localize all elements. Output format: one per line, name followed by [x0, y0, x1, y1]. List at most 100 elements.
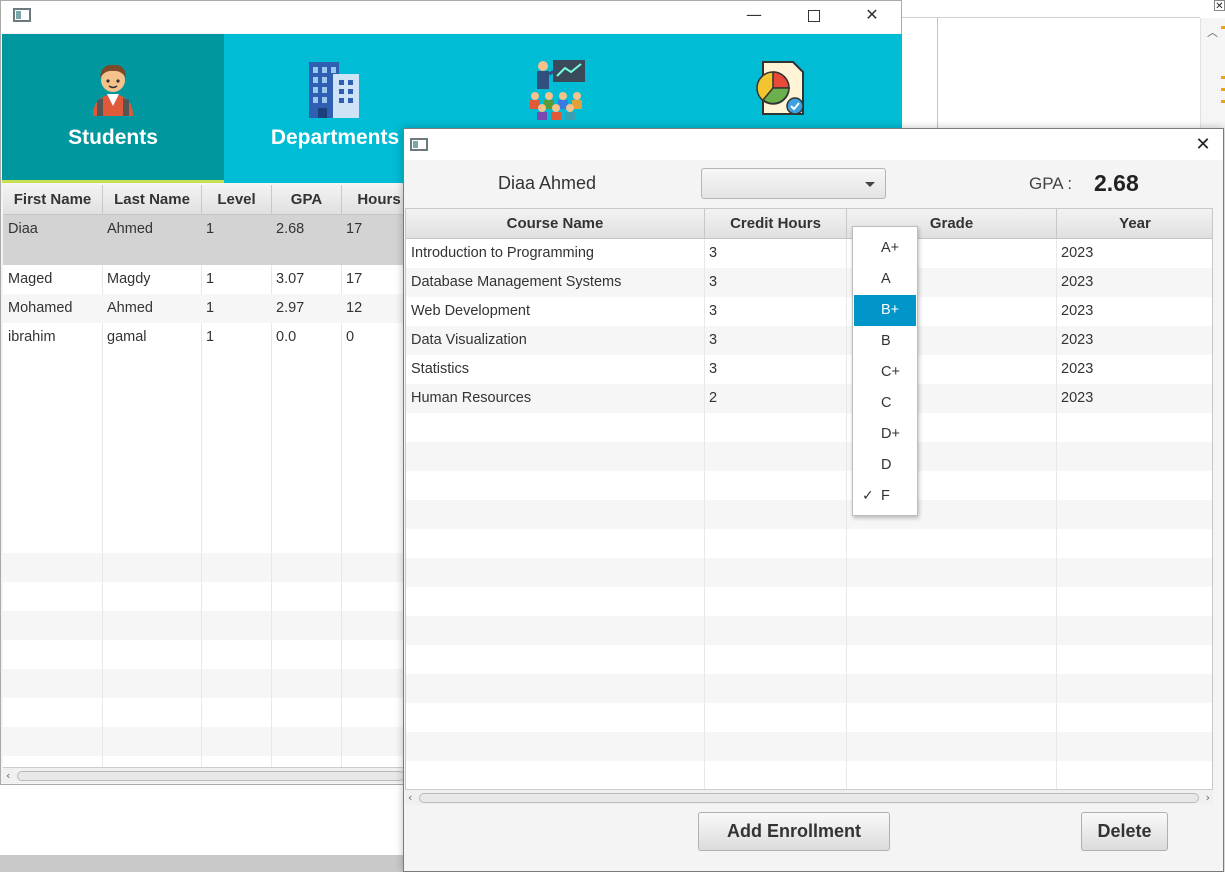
student-icon: [83, 58, 143, 121]
table-row[interactable]: Diaa Ahmed 1 2.68 17: [3, 215, 405, 265]
column-header-credit-hours[interactable]: Credit Hours: [705, 209, 847, 239]
cell-credit-hours: 2: [709, 390, 718, 406]
empty-row: [3, 669, 405, 698]
maximize-button[interactable]: [791, 1, 837, 31]
app-window-icon: [410, 138, 428, 151]
table-row[interactable]: Statistics 3 2023: [406, 355, 1212, 384]
grade-option-selected[interactable]: ✓ F: [854, 481, 916, 512]
grade-option[interactable]: C: [854, 388, 916, 419]
table-row[interactable]: Introduction to Programming 3 2023: [406, 239, 1212, 268]
table-row[interactable]: Data Visualization 3 2023: [406, 326, 1212, 355]
course-combo-box[interactable]: [701, 168, 886, 199]
column-header-first-name[interactable]: First Name: [3, 185, 103, 215]
cell-course-name: Introduction to Programming: [411, 245, 594, 261]
cell-hours: 12: [346, 300, 363, 316]
cell-course-name: Web Development: [411, 303, 531, 319]
chevron-right-icon[interactable]: ›: [1206, 791, 1210, 804]
background-marker: [1221, 76, 1225, 79]
column-header-year[interactable]: Year: [1057, 209, 1212, 239]
delete-button[interactable]: Delete: [1081, 812, 1168, 851]
building-icon: [303, 58, 367, 123]
cell-gpa: 3.07: [276, 271, 305, 287]
enrollments-table-header: Course Name Credit Hours Grade Year: [406, 209, 1212, 239]
cell-grade[interactable]: [846, 268, 851, 297]
close-button[interactable]: ✕: [849, 1, 895, 31]
cell-grade[interactable]: [846, 355, 851, 384]
table-row[interactable]: Web Development 3 2023: [406, 297, 1212, 326]
cell-first-name: ibrahim: [8, 329, 56, 345]
cell-grade[interactable]: [846, 297, 851, 326]
cell-gpa: 0.0: [276, 329, 297, 345]
cell-grade[interactable]: [846, 326, 851, 355]
table-row[interactable]: ibrahim gamal 1 0.0 0: [3, 323, 405, 352]
background-close-icon[interactable]: ✕: [1214, 0, 1225, 12]
cell-hours: 17: [346, 271, 363, 287]
grade-option[interactable]: C+: [854, 357, 916, 388]
cell-last-name: Ahmed: [107, 221, 153, 237]
empty-row: [406, 674, 1212, 703]
cell-level: 1: [206, 329, 215, 345]
column-header-level[interactable]: Level: [202, 185, 272, 215]
scroll-thumb[interactable]: [17, 771, 405, 781]
cell-last-name: Ahmed: [107, 300, 153, 316]
cell-level: 1: [206, 271, 215, 287]
chevron-left-icon[interactable]: ‹: [6, 769, 10, 782]
cell-year: 2023: [1061, 274, 1094, 290]
table-row[interactable]: Database Management Systems 3 2023: [406, 268, 1212, 297]
enrollments-horizontal-scrollbar[interactable]: ‹ ›: [405, 789, 1213, 805]
students-horizontal-scrollbar[interactable]: ‹: [3, 767, 405, 783]
cell-level: 1: [206, 300, 215, 316]
table-row[interactable]: Human Resources 2 2023: [406, 384, 1212, 413]
report-chart-icon: [749, 58, 809, 121]
empty-row: [406, 442, 1212, 471]
cell-gpa: 2.68: [276, 221, 305, 237]
empty-row: [406, 558, 1212, 587]
gpa-value: 2.68: [1094, 170, 1139, 196]
grade-option-highlighted[interactable]: B+: [854, 295, 916, 326]
grade-option[interactable]: D: [854, 450, 916, 481]
grade-option[interactable]: A: [854, 264, 916, 295]
empty-row: [3, 611, 405, 640]
tab-students[interactable]: Students: [2, 34, 224, 183]
cell-grade[interactable]: [846, 384, 851, 413]
chevron-down-icon[interactable]: [865, 182, 875, 187]
cell-course-name: Statistics: [411, 361, 470, 377]
table-row[interactable]: Mohamed Ahmed 1 2.97 12: [3, 294, 405, 323]
grade-dropdown-list: A+ A B+ B C+ C D+ D ✓ F: [852, 226, 918, 516]
background-divider: [900, 17, 1200, 18]
background-margin-line: [937, 18, 938, 130]
grade-option[interactable]: B: [854, 326, 916, 357]
cell-year: 2023: [1061, 245, 1094, 261]
checkmark-icon: ✓: [862, 488, 874, 504]
tab-label: Students: [68, 126, 158, 149]
minimize-button[interactable]: —: [731, 1, 777, 31]
scroll-thumb[interactable]: [419, 793, 1199, 803]
empty-row: [3, 727, 405, 756]
add-enrollment-button[interactable]: Add Enrollment: [698, 812, 890, 851]
column-header-gpa[interactable]: GPA: [272, 185, 342, 215]
dialog-titlebar: ✕: [404, 129, 1223, 160]
cell-credit-hours: 3: [709, 332, 718, 348]
column-header-last-name[interactable]: Last Name: [103, 185, 202, 215]
cell-level: 1: [206, 221, 215, 237]
enrollments-table: Course Name Credit Hours Grade Year Intr…: [405, 208, 1213, 790]
empty-row: [406, 732, 1212, 761]
table-row[interactable]: Maged Magdy 1 3.07 17: [3, 265, 405, 294]
gpa-label: GPA :: [1029, 174, 1073, 193]
empty-row: [406, 616, 1212, 645]
cell-credit-hours: 3: [709, 274, 718, 290]
dialog-close-button[interactable]: ✕: [1191, 133, 1215, 157]
chevron-up-icon[interactable]: ︿: [1207, 24, 1218, 40]
enrollment-dialog: ✕ Diaa Ahmed GPA : 2.68 Course Name Cred…: [403, 128, 1224, 872]
background-marker: [1221, 26, 1225, 29]
column-header-hours[interactable]: Hours: [342, 185, 405, 215]
grade-option[interactable]: A+: [854, 233, 916, 264]
grade-option[interactable]: D+: [854, 419, 916, 450]
student-name: Diaa Ahmed: [498, 173, 597, 193]
background-marker: [1221, 88, 1225, 91]
cell-gpa: 2.97: [276, 300, 305, 316]
chevron-left-icon[interactable]: ‹: [408, 791, 412, 804]
cell-grade[interactable]: [846, 239, 851, 268]
grade-option-label: F: [881, 488, 890, 504]
column-header-course-name[interactable]: Course Name: [406, 209, 705, 239]
